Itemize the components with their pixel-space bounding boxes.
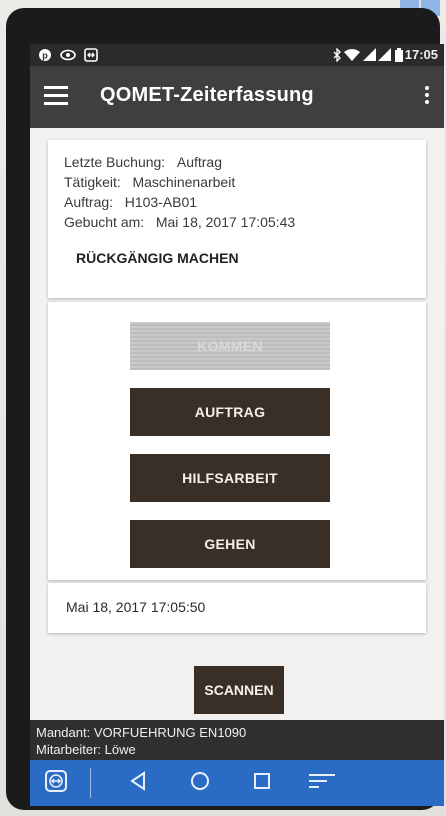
activity-line: Tätigkeit: Maschinenarbeit (64, 174, 235, 190)
app-title: QOMET-Zeiterfassung (100, 84, 314, 106)
current-time: Mai 18, 2017 17:05:50 (66, 599, 206, 615)
svg-text:p: p (42, 51, 48, 61)
booked-at-value: Mai 18, 2017 17:05:43 (155, 214, 296, 230)
activity-value: Maschinenarbeit (132, 174, 236, 190)
hamburger-icon[interactable] (44, 86, 68, 106)
more-vert-icon[interactable] (424, 86, 430, 106)
activity-label: Tätigkeit: (64, 174, 121, 190)
order-line: Auftrag: H103-AB01 (64, 194, 197, 210)
pinterest-icon: p (38, 48, 52, 62)
scan-button[interactable]: SCANNEN (194, 666, 284, 714)
wifi-icon (344, 48, 360, 62)
undo-button[interactable]: RÜCKGÄNGIG MACHEN (76, 250, 239, 266)
nav-divider (90, 768, 91, 798)
last-booking-line: Letzte Buchung: Auftrag (64, 154, 222, 170)
hilfsarbeit-button[interactable]: HILFSARBEIT (130, 454, 330, 502)
recents-icon[interactable] (250, 770, 274, 796)
kommen-button[interactable]: KOMMEN (130, 322, 330, 370)
mitarbeiter-text: Mitarbeiter: Löwe (36, 742, 136, 757)
mandant-text: Mandant: VORFUEHRUNG EN1090 (36, 725, 247, 740)
phone-screen: p 17:05 QOMET-Zeiterfassung Letzte Buchu… (30, 44, 444, 806)
booked-at-line: Gebucht am: Mai 18, 2017 17:05:43 (64, 214, 295, 230)
teamviewer-icon (84, 48, 98, 62)
notifications-menu-icon[interactable] (304, 770, 340, 796)
current-time-card: Mai 18, 2017 17:05:50 (48, 583, 426, 633)
teamviewer-icon[interactable] (44, 770, 68, 796)
booked-at-label: Gebucht am: (64, 214, 145, 230)
order-label: Auftrag: (64, 194, 114, 210)
status-time: 17:05 (404, 47, 438, 62)
signal-icon-2 (377, 48, 391, 62)
home-icon[interactable] (188, 770, 212, 796)
bluetooth-icon (330, 47, 344, 63)
actions-card: KOMMEN AUFTRAG HILFSARBEIT GEHEN (48, 302, 426, 580)
signal-icon (362, 48, 376, 62)
main-content: Letzte Buchung: Auftrag Tätigkeit: Masch… (30, 128, 444, 720)
app-toolbar: QOMET-Zeiterfassung (30, 66, 444, 128)
back-icon[interactable] (126, 770, 150, 796)
phone-frame: p 17:05 QOMET-Zeiterfassung Letzte Buchu… (6, 8, 444, 810)
eye-icon (60, 48, 76, 62)
footer-info: Mandant: VORFUEHRUNG EN1090 Mitarbeiter:… (30, 720, 444, 760)
last-booking-value: Auftrag (176, 154, 222, 170)
navigation-bar (30, 760, 444, 806)
last-booking-label: Letzte Buchung: (64, 154, 166, 170)
gehen-button[interactable]: GEHEN (130, 520, 330, 568)
auftrag-button[interactable]: AUFTRAG (130, 388, 330, 436)
last-booking-card: Letzte Buchung: Auftrag Tätigkeit: Masch… (48, 140, 426, 298)
status-bar: p 17:05 (30, 44, 444, 66)
order-value: H103-AB01 (124, 194, 198, 210)
